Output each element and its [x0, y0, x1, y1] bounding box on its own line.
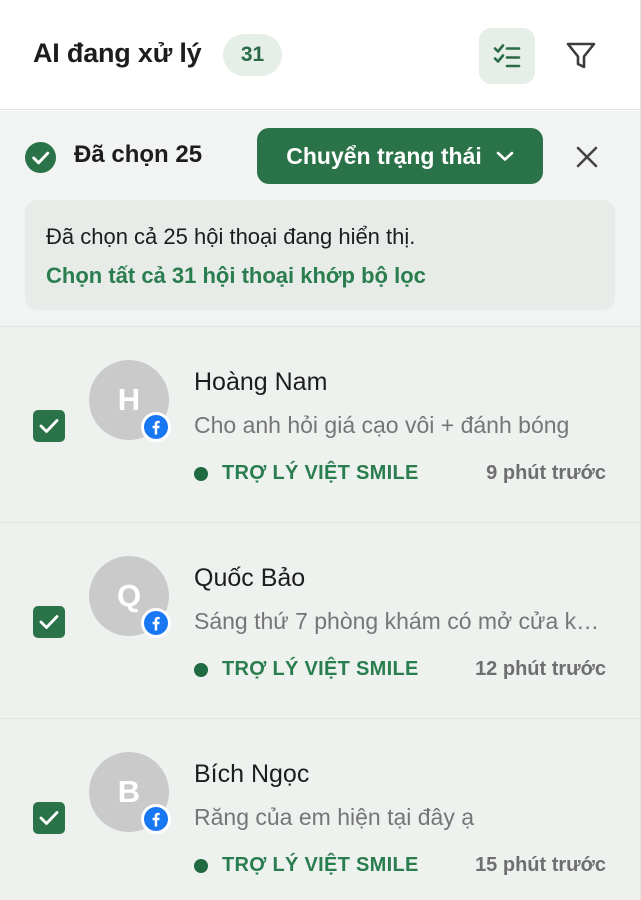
change-status-label: Chuyển trạng thái: [286, 142, 482, 169]
contact-name: Bích Ngọc: [194, 760, 310, 788]
conversation-row[interactable]: B Bích Ngọc Răng của em hiện tại đây ạ T…: [0, 719, 640, 900]
status-dot: [194, 467, 208, 481]
facebook-icon: [141, 804, 171, 834]
timestamp: 12 phút trước: [475, 658, 606, 680]
facebook-icon: [141, 608, 171, 638]
check-icon: [39, 615, 59, 629]
contact-name: Quốc Bảo: [194, 564, 306, 592]
assistant-label: TRỢ LÝ VIỆT SMILE: [222, 854, 419, 876]
select-mode-button[interactable]: [479, 28, 535, 84]
conversation-row[interactable]: Q Quốc Bảo Sáng thứ 7 phòng khám có mở c…: [0, 523, 640, 719]
row-checkbox[interactable]: [33, 606, 65, 638]
timestamp: 15 phút trước: [475, 854, 606, 876]
selected-check-icon: [25, 142, 56, 173]
message-preview: Sáng thứ 7 phòng khám có mở cửa không: [194, 608, 606, 634]
selection-notice: Đã chọn cả 25 hội thoại đang hiển thị. C…: [25, 200, 615, 310]
row-checkbox[interactable]: [33, 410, 65, 442]
count-badge: 31: [223, 34, 282, 76]
selected-count-label: Đã chọn 25: [74, 141, 203, 168]
check-icon: [39, 811, 59, 825]
row-checkbox[interactable]: [33, 802, 65, 834]
filter-icon: [566, 42, 596, 69]
status-dot: [194, 859, 208, 873]
facebook-icon: [141, 412, 171, 442]
timestamp: 9 phút trước: [486, 462, 606, 484]
clear-selection-button[interactable]: [567, 137, 607, 177]
checklist-icon: [493, 44, 521, 68]
assistant-label: TRỢ LÝ VIỆT SMILE: [222, 462, 419, 484]
conversation-row[interactable]: H Hoàng Nam Cho anh hỏi giá cạo vôi + đá…: [0, 327, 640, 523]
status-dot: [194, 663, 208, 677]
panel-header: AI đang xử lý 31: [0, 0, 640, 110]
close-icon: [576, 146, 598, 168]
contact-name: Hoàng Nam: [194, 368, 328, 396]
select-all-link[interactable]: Chọn tất cả 31 hội thoại khớp bộ lọc: [46, 263, 426, 289]
notice-text: Đã chọn cả 25 hội thoại đang hiển thị.: [46, 224, 416, 249]
chevron-down-icon: [496, 151, 514, 161]
filter-button[interactable]: [553, 28, 609, 84]
message-preview: Răng của em hiện tại đây ạ: [194, 804, 475, 830]
message-preview: Cho anh hỏi giá cạo vôi + đánh bóng: [194, 412, 570, 438]
check-icon: [39, 419, 59, 433]
change-status-button[interactable]: Chuyển trạng thái: [257, 128, 543, 184]
assistant-label: TRỢ LÝ VIỆT SMILE: [222, 658, 419, 680]
page-title: AI đang xử lý: [33, 38, 202, 68]
conversation-panel: AI đang xử lý 31 Đã chọn 25 Chuyển trạng…: [0, 0, 641, 900]
